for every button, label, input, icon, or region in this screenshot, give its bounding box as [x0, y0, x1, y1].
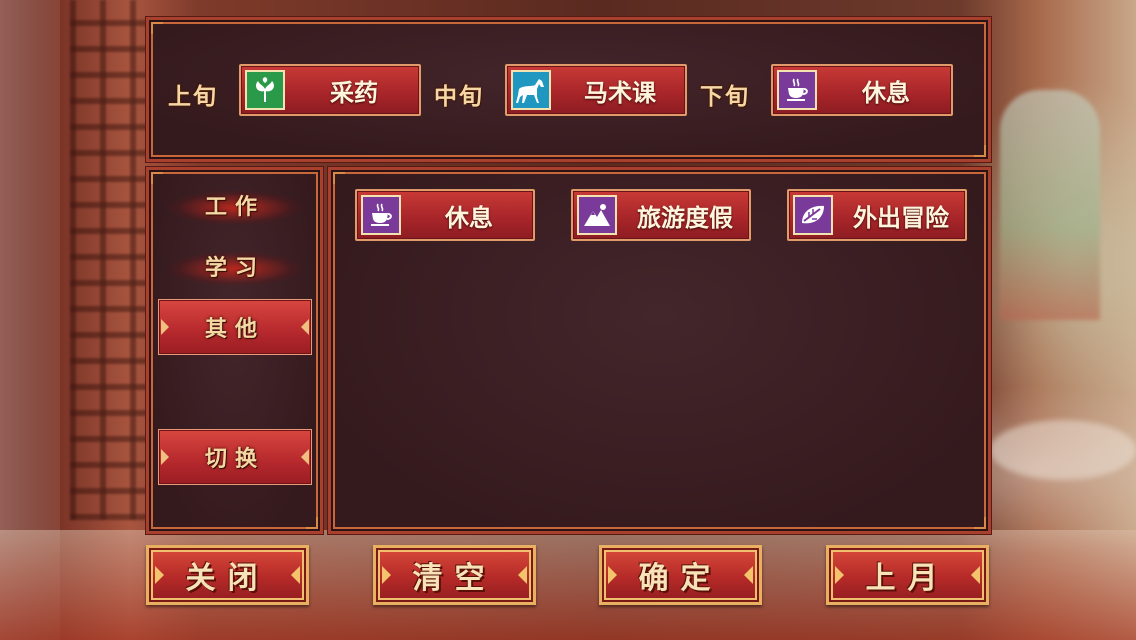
slot-early-button[interactable]: 采药: [239, 64, 421, 116]
close-button[interactable]: 关闭: [146, 545, 309, 605]
slot-late-button[interactable]: 休息: [771, 64, 953, 116]
tab-work[interactable]: 工作: [158, 178, 312, 232]
herb-icon: [245, 70, 285, 110]
slot-label-early: 上旬: [168, 83, 218, 110]
prev-month-button[interactable]: 上月: [826, 545, 989, 605]
horse-icon: [511, 70, 551, 110]
activity-rest-label: 休息: [445, 203, 493, 232]
activity-adventure-label: 外出冒险: [853, 203, 949, 232]
tea-cup-icon: [777, 70, 817, 110]
confirm-button[interactable]: 确定: [599, 545, 762, 605]
slot-middle-button[interactable]: 马术课: [505, 64, 687, 116]
switch-button[interactable]: 切换: [158, 429, 312, 485]
tab-other[interactable]: 其他: [158, 299, 312, 355]
mountain-icon: [577, 195, 617, 235]
slot-early-activity: 采药: [330, 78, 378, 107]
activity-vacation-label: 旅游度假: [637, 203, 733, 232]
clear-button[interactable]: 清空: [373, 545, 536, 605]
slot-middle-activity: 马术课: [584, 78, 656, 107]
tab-study[interactable]: 学习: [158, 239, 312, 293]
slot-late-activity: 休息: [862, 78, 910, 107]
activity-vacation-button[interactable]: 旅游度假: [571, 189, 751, 241]
activity-adventure-button[interactable]: 外出冒险: [787, 189, 967, 241]
slot-label-late: 下旬: [700, 83, 750, 110]
slot-label-middle: 中旬: [434, 83, 484, 110]
tea-cup-icon: [361, 195, 401, 235]
leaf-icon: [793, 195, 833, 235]
activity-rest-button[interactable]: 休息: [355, 189, 535, 241]
